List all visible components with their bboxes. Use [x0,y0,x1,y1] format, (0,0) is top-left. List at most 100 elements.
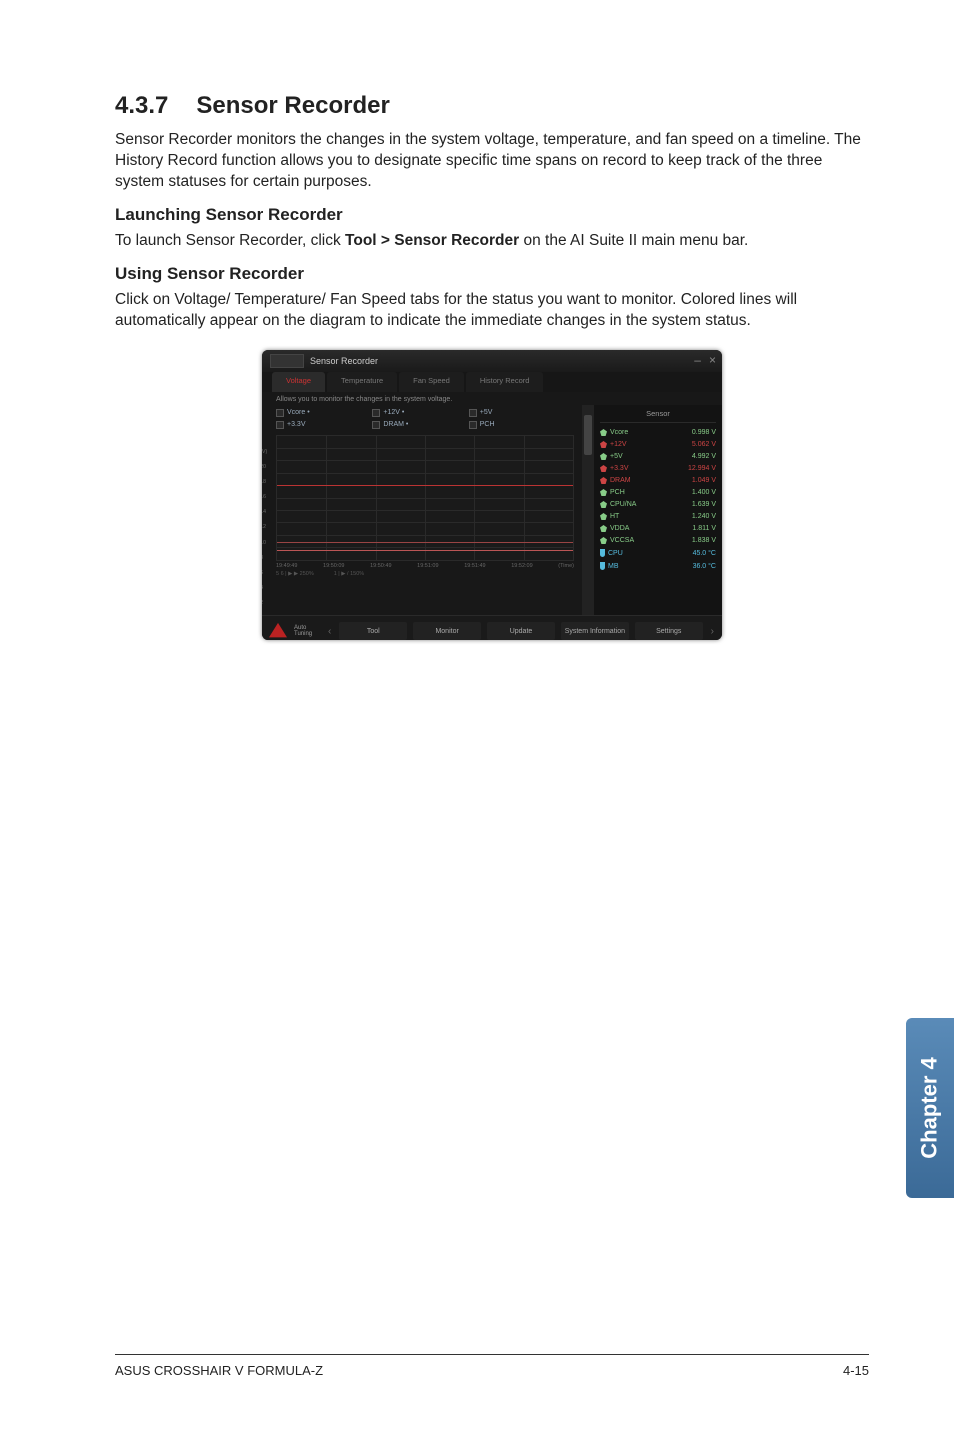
thermometer-icon [600,549,605,557]
check-5v[interactable]: +5V [469,409,561,417]
y-label: 4 [262,585,267,591]
minimize-button[interactable]: – [694,353,701,367]
sensor-row: MB36.0 °C [600,560,716,573]
sensor-name: PCH [600,489,625,496]
sensor-row: CPU 45.0 °C [600,547,716,560]
y-label: 6 [262,570,267,576]
sensor-list: Vcore0.998 V+12V5.062 V+5V4.992 V+3.3V12… [600,427,716,573]
tab-voltage[interactable]: Voltage [272,372,325,392]
section-title: Sensor Recorder [196,92,389,119]
bolt-icon [600,501,607,508]
bolt-icon [600,465,607,472]
sensor-value: 1.240 V [692,513,716,520]
sensor-recorder-window: Sensor Recorder – × Voltage Temperature … [262,350,722,640]
bottom-btn-monitor[interactable]: Monitor [413,622,481,640]
x-label: 19:51:09 [417,563,438,569]
check-12v[interactable]: +12V • [372,409,464,417]
checkbox-icon [469,409,477,417]
chart-scrollbar[interactable] [582,405,594,615]
bolt-icon [600,513,607,520]
auto-tuning-label[interactable]: Auto Tuning [294,625,320,637]
sensor-value: 1.049 V [692,477,716,484]
x-label: 19:52:09 [511,563,532,569]
sensor-value: 45.0 °C [693,550,716,557]
checkbox-icon [276,421,284,429]
bolt-icon [600,537,607,544]
x-label: 19:50:09 [323,563,344,569]
launch-text-before: To launch Sensor Recorder, click [115,232,345,249]
tab-history-record[interactable]: History Record [466,372,544,392]
y-label: 18 [262,479,267,485]
bolt-icon [600,525,607,532]
check-vcore[interactable]: Vcore • [276,409,368,417]
sensor-row: VDDA 1.811 V [600,523,716,535]
voltage-check-row: Vcore • +12V • +5V +3.3V DRAM • PCH [276,409,574,429]
sensor-row: VCCSA1.838 V [600,535,716,547]
sensor-name: CPU/NA [600,501,636,508]
bottom-btn-settings[interactable]: Settings [635,622,703,640]
using-heading: Using Sensor Recorder [115,264,869,284]
sensor-name: +5V [600,453,623,460]
check-label: +12V • [383,409,404,416]
footer-right: 4-15 [843,1363,869,1378]
launch-bold: Tool > Sensor Recorder [345,232,519,249]
sensor-name: +12V [600,441,627,448]
section-number: 4.3.7 [115,92,168,120]
screenshot-container: Sensor Recorder – × Voltage Temperature … [115,350,869,640]
rog-logo [270,354,304,368]
tab-fan-speed[interactable]: Fan Speed [399,372,464,392]
check-3v[interactable]: +3.3V [276,421,368,429]
asus-logo-icon [268,622,288,640]
bottom-btn-sysinfo[interactable]: System Information [561,622,629,640]
window-title: Sensor Recorder [310,356,378,366]
checkbox-icon [276,409,284,417]
sensor-value: 1.811 V [692,525,716,532]
x-label: 19:51:49 [464,563,485,569]
close-button[interactable]: × [709,353,716,367]
sensor-name: CPU [600,549,623,557]
sensor-value: 0.998 V [692,429,716,436]
y-label: 10 [262,540,267,546]
sensor-name: VDDA [600,525,629,532]
check-label: Vcore • [287,409,310,416]
hint-text: Allows you to monitor the changes in the… [262,392,722,405]
launch-heading: Launching Sensor Recorder [115,205,869,225]
sensor-row: PCH1.400 V [600,487,716,499]
sensor-row: CPU/NA1.639 V [600,499,716,511]
main-area: Vcore • +12V • +5V +3.3V DRAM • PCH (V) … [262,405,722,615]
sensor-panel-header: Sensor [600,405,716,423]
bolt-icon [600,429,607,436]
tab-temperature[interactable]: Temperature [327,372,397,392]
check-label: PCH [480,421,495,428]
check-pch[interactable]: PCH [469,421,561,429]
sensor-name: DRAM [600,477,631,484]
chart-line-12v [277,485,573,486]
zoom-caption: 1 | ▶ / 150% [334,571,364,577]
chevron-right-icon[interactable]: › [709,626,716,637]
checkbox-icon [469,421,477,429]
chevron-left-icon[interactable]: ‹ [326,626,333,637]
chart-line-dram [277,542,573,543]
sensor-row: +3.3V12.994 V [600,463,716,475]
scrollbar-thumb[interactable] [584,415,592,455]
check-dram[interactable]: DRAM • [372,421,464,429]
sensor-name: HT [600,513,619,520]
bottom-btn-tool[interactable]: Tool [339,622,407,640]
launch-text-after: on the AI Suite II main menu bar. [519,232,748,249]
thermometer-icon [600,562,605,570]
y-axis-labels: (V) 20 18 16 14 12 10 8 6 4 2 [262,449,267,607]
y-label: 12 [262,524,267,530]
page-footer: ASUS CROSSHAIR V FORMULA-Z 4-15 [115,1354,869,1378]
using-paragraph: Click on Voltage/ Temperature/ Fan Speed… [115,290,869,332]
bottom-bar: Auto Tuning ‹ Tool Monitor Update System… [262,615,722,640]
bottom-btn-update[interactable]: Update [487,622,555,640]
y-label: 14 [262,509,267,515]
sensor-value: 12.994 V [688,465,716,472]
sensor-row: Vcore 0.998 V [600,427,716,439]
sensor-name: Vcore [600,429,628,436]
launch-paragraph: To launch Sensor Recorder, click Tool > … [115,231,869,252]
checkbox-icon [372,421,380,429]
sensor-name: MB [600,562,619,570]
sensor-row: +5V4.992 V [600,451,716,463]
sensor-row: DRAM 1.049 V [600,475,716,487]
